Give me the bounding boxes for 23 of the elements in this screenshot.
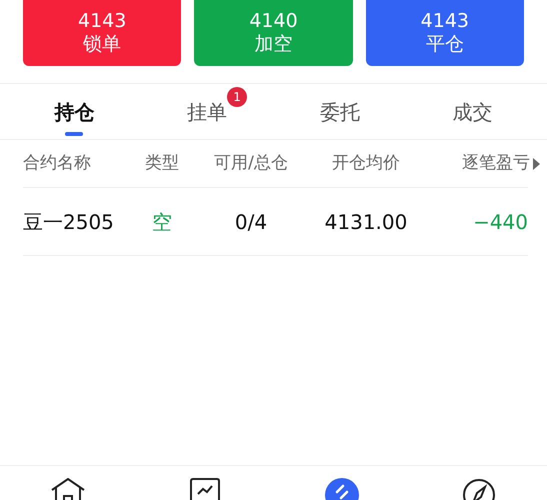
column-header: 类型 (144, 152, 180, 175)
trade-icon[interactable] (324, 478, 359, 500)
column-header: 可用/总仓 (213, 152, 289, 175)
table-cell-text: 4131.00 (324, 208, 408, 236)
chart-icon[interactable] (188, 478, 222, 500)
scroll-right-icon[interactable] (533, 158, 540, 170)
table-cell-text: 0/4 (234, 208, 268, 236)
tab[interactable]: 委托 (274, 84, 406, 139)
tab[interactable]: 持仓 (8, 84, 141, 139)
column-header: 开仓均价 (331, 152, 401, 175)
tab[interactable]: 挂单 1 (140, 84, 274, 139)
table-cell-text: 豆一2505 (23, 208, 115, 236)
home-icon[interactable] (50, 478, 86, 500)
column-header: 合约名称 (23, 152, 92, 175)
column-header: 逐笔盈亏 (462, 152, 530, 175)
count-badge: 1 (227, 86, 248, 106)
compass-icon[interactable] (462, 478, 496, 500)
tab-indicator (65, 132, 84, 136)
order-button[interactable]: 4143 平仓 (366, 0, 524, 66)
table-cell-text: −440 (472, 208, 528, 236)
table-cell-text: 空 (151, 208, 173, 236)
tab[interactable]: 成交 (406, 84, 539, 139)
order-button[interactable]: 4143 锁单 (23, 0, 182, 66)
